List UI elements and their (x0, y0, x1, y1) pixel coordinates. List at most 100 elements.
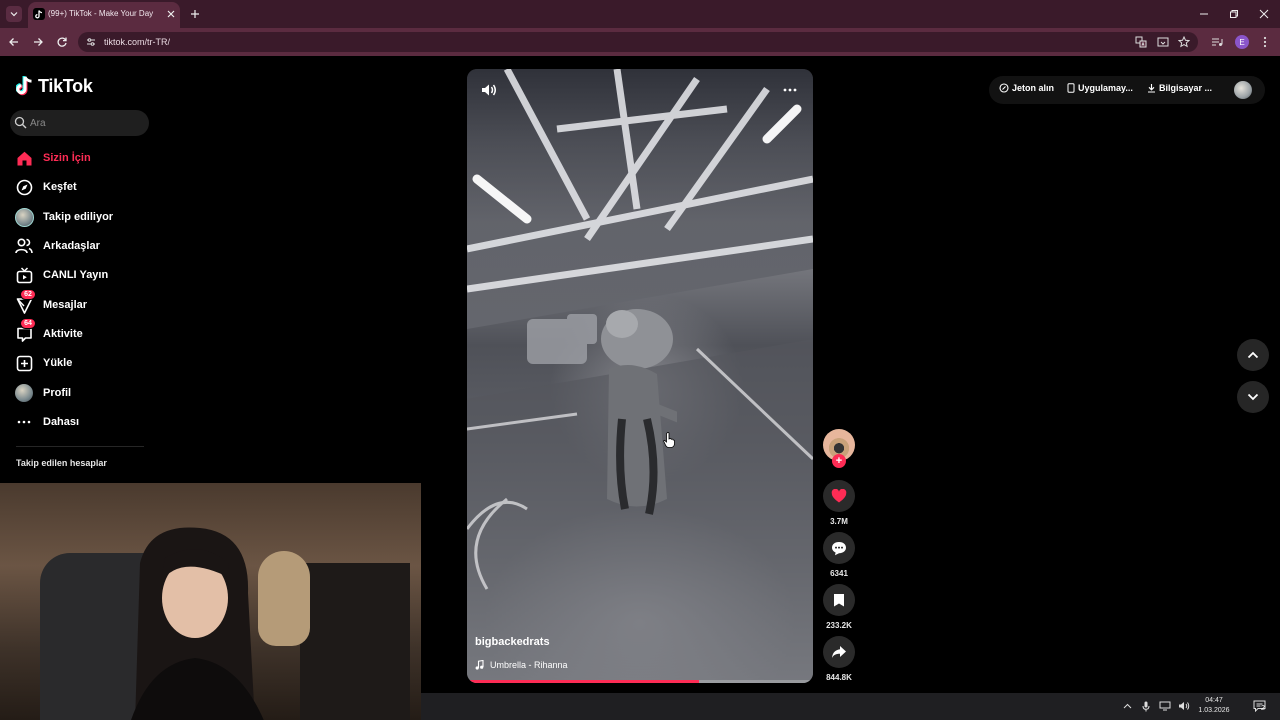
video-more-dots-icon[interactable] (780, 81, 800, 99)
phone-icon (1067, 83, 1075, 93)
close-window-icon[interactable] (1256, 6, 1272, 22)
sidebar-item-messages[interactable]: 62 Mesajlar (14, 289, 154, 316)
coin-icon (999, 83, 1009, 93)
comment-count: 6341 (830, 569, 848, 578)
site-info-tune-icon[interactable] (84, 35, 98, 49)
desktop-app-link[interactable]: Bilgisayar ... (1147, 83, 1212, 93)
notification-center-icon[interactable]: 2 (1251, 699, 1267, 713)
sidebar-item-more[interactable]: Dahası (14, 411, 154, 433)
save-count: 233.2K (826, 621, 852, 630)
url-text: tiktok.com/tr-TR/ (104, 37, 171, 47)
bookmark-star-icon[interactable] (1176, 34, 1192, 50)
tiktok-logo[interactable]: TikTok (16, 75, 93, 97)
sidebar-item-label: Dahası (43, 416, 80, 428)
webcam-streamer (131, 527, 264, 720)
like-button[interactable] (823, 480, 855, 512)
sidebar-item-profile[interactable]: Profil (14, 382, 154, 404)
following-accounts-title: Takip edilen hesaplar (16, 458, 107, 468)
sidebar-item-label: Sizin İçin (43, 152, 91, 164)
search-box[interactable] (10, 110, 149, 136)
video-progress-track[interactable] (467, 680, 813, 683)
webcam-cabinet (300, 563, 410, 720)
reload-icon[interactable] (54, 34, 70, 50)
bookmark-icon (834, 594, 844, 607)
clock-date: 1.03.2026 (1198, 707, 1230, 714)
sidebar-item-label: Takip ediliyor (43, 211, 114, 223)
get-coins-link[interactable]: Jeton alın (999, 83, 1054, 93)
tab-search-chevron-icon[interactable] (6, 6, 22, 22)
share-arrow-icon (832, 646, 846, 658)
translate-icon[interactable] (1133, 34, 1149, 50)
costume-figure (601, 309, 677, 515)
back-arrow-icon[interactable] (6, 34, 22, 50)
sidebar-item-label: CANLI Yayın (43, 269, 109, 281)
music-title: Umbrella - Rihanna (490, 660, 568, 670)
get-app-label: Uygulamay... (1078, 83, 1133, 93)
volume-icon[interactable] (479, 81, 499, 99)
following-avatar-icon (14, 207, 34, 227)
search-icon[interactable] (14, 116, 27, 129)
chevron-down-icon (1247, 393, 1259, 401)
install-app-icon[interactable] (1155, 34, 1171, 50)
tab-close-icon[interactable] (164, 7, 178, 21)
tab-title: (99+) TikTok - Make Your Day (48, 9, 154, 18)
sidebar-item-for-you[interactable]: Sizin İçin (14, 147, 154, 169)
top-right-actions: Jeton alın Uygulamay... Bilgisayar ... (989, 76, 1265, 104)
forward-arrow-icon[interactable] (30, 34, 46, 50)
tiktok-logo-text: TikTok (38, 75, 93, 96)
new-tab-plus-icon[interactable] (187, 6, 203, 22)
sidebar-item-activity[interactable]: 64 Aktivite (14, 318, 154, 345)
profile-avatar-icon (14, 383, 34, 403)
video-player[interactable]: bigbackedrats Umbrella - Rihanna (467, 69, 813, 683)
next-video-button[interactable] (1237, 381, 1269, 413)
taskbar-clock[interactable]: 04:47 1.03.2026 (1190, 696, 1238, 716)
follow-plus-icon[interactable]: + (832, 454, 846, 468)
music-note-icon (475, 660, 484, 670)
tray-chevron-up-icon[interactable] (1121, 700, 1133, 712)
home-icon (14, 148, 34, 168)
save-button[interactable] (823, 584, 855, 616)
compass-icon (14, 177, 34, 197)
messages-badge: 62 (20, 289, 36, 300)
sidebar-item-friends[interactable]: Arkadaşlar (14, 235, 154, 257)
share-button[interactable] (823, 636, 855, 668)
video-author-username[interactable]: bigbackedrats (475, 636, 550, 648)
system-tray (1121, 700, 1190, 712)
download-icon (1148, 84, 1155, 93)
video-music[interactable]: Umbrella - Rihanna (475, 660, 568, 670)
sidebar-item-following[interactable]: Takip ediliyor (14, 206, 154, 228)
comment-button[interactable] (823, 532, 855, 564)
webcam-overlay (0, 483, 421, 720)
tiktok-favicon-icon (33, 8, 45, 20)
address-bar[interactable]: tiktok.com/tr-TR/ (78, 32, 1198, 52)
sidebar-item-live[interactable]: CANLI Yayın (14, 264, 154, 286)
speaker-icon[interactable] (1178, 700, 1190, 712)
sidebar-item-label: Keşfet (43, 181, 77, 193)
minimize-window-icon[interactable] (1196, 6, 1212, 22)
microphone-icon[interactable] (1140, 700, 1152, 712)
browser-profile-avatar[interactable]: E (1235, 35, 1249, 49)
previous-video-button[interactable] (1237, 339, 1269, 371)
hand-cursor-icon (663, 432, 675, 448)
activity-badge: 64 (20, 318, 36, 329)
sidebar-item-upload[interactable]: Yükle (14, 352, 154, 374)
browser-toolbar: tiktok.com/tr-TR/ (0, 28, 1280, 56)
windows-taskbar: 04:47 1.03.2026 2 (421, 693, 1280, 720)
friends-icon (14, 236, 34, 256)
search-input[interactable] (28, 115, 138, 131)
restore-window-icon[interactable] (1226, 6, 1242, 22)
get-app-link[interactable]: Uygulamay... (1067, 83, 1133, 93)
sidebar-item-label: Mesajlar (43, 299, 88, 311)
get-coins-label: Jeton alın (1012, 83, 1055, 93)
user-avatar[interactable] (1234, 81, 1252, 99)
chevron-up-icon (1247, 351, 1259, 359)
video-progress-fill (467, 680, 699, 683)
clock-time: 04:47 (1205, 697, 1223, 704)
network-icon[interactable] (1159, 700, 1171, 712)
media-controls-icon[interactable] (1209, 34, 1225, 50)
browser-tab-tiktok[interactable]: (99+) TikTok - Make Your Day (28, 2, 180, 28)
sidebar-item-explore[interactable]: Keşfet (14, 176, 154, 198)
comment-icon (832, 541, 846, 555)
more-dots-icon (14, 412, 34, 432)
browser-menu-icon[interactable] (1257, 34, 1273, 50)
